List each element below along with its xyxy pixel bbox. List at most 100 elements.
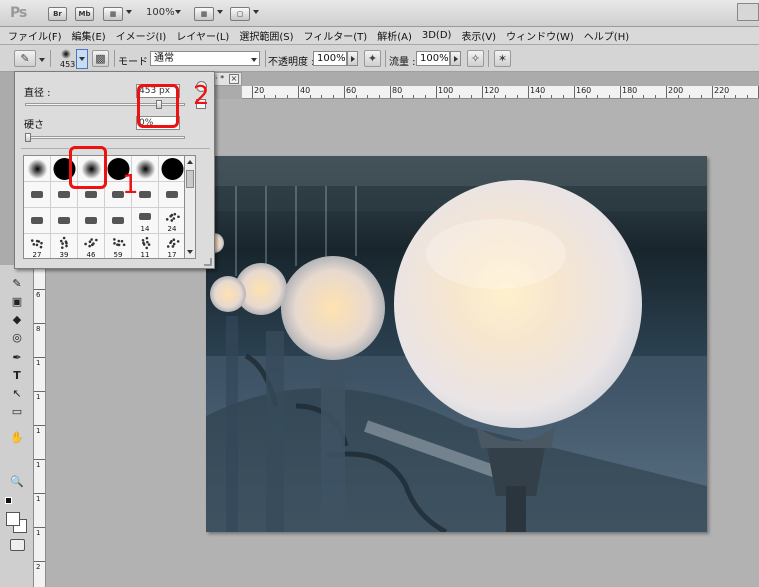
menu-edit[interactable]: 編集(E): [72, 28, 106, 43]
opacity-slider-button[interactable]: [347, 51, 358, 66]
airbrush-icon[interactable]: ✧: [467, 50, 484, 67]
hand-tool-icon[interactable]: ✋: [7, 429, 27, 447]
hardness-slider-thumb[interactable]: [25, 133, 31, 142]
menu-file[interactable]: ファイル(F): [8, 28, 62, 43]
arrange-documents-button[interactable]: ▦: [194, 7, 214, 21]
dodge-tool-icon[interactable]: ◎: [7, 329, 27, 347]
ruler-tick: [34, 425, 45, 426]
zoom-level[interactable]: 100%: [146, 7, 175, 18]
hardness-slider[interactable]: [25, 136, 185, 139]
brush-preset-1[interactable]: [24, 156, 51, 182]
brush-tool-icon[interactable]: ✎: [7, 275, 27, 293]
blur-tool-icon[interactable]: ◆: [7, 311, 27, 329]
ruler-label: 40: [300, 86, 311, 95]
ruler-subtick: [275, 95, 276, 98]
brush-preset-6[interactable]: [159, 156, 184, 182]
chevron-up-icon[interactable]: [187, 160, 193, 164]
chevron-down-icon[interactable]: [175, 10, 181, 14]
ruler-label: 120: [484, 86, 500, 95]
quick-mask-icon[interactable]: [10, 539, 25, 551]
menu-view[interactable]: 表示(V): [461, 28, 496, 43]
menu-select[interactable]: 選択範囲(S): [239, 28, 293, 43]
ruler-label: 100: [438, 86, 454, 95]
flow-slider-button[interactable]: [450, 51, 461, 66]
vertical-ruler[interactable]: 6 8 1 1 1 1 1 1 2: [34, 265, 46, 587]
flow-field[interactable]: 100%: [416, 51, 450, 66]
default-colors-icon[interactable]: [5, 497, 12, 504]
chevron-down-icon[interactable]: [126, 10, 132, 14]
brush-preset-20[interactable]: 39: [51, 234, 78, 259]
menu-filter[interactable]: フィルター(T): [303, 28, 367, 43]
brush-preset-19[interactable]: 27: [24, 234, 51, 258]
ruler-label: 2: [36, 563, 41, 571]
annotation-step-1: 1: [122, 170, 139, 200]
document-image[interactable]: [206, 156, 707, 532]
ruler-subtick: [677, 95, 679, 98]
brush-preset-22[interactable]: 59: [105, 234, 132, 258]
brush-preset-18[interactable]: 24: [159, 208, 184, 234]
horizontal-ruler[interactable]: 20406080100120140160180200220240: [242, 86, 759, 99]
divider: [50, 50, 51, 67]
menu-help[interactable]: ヘルプ(H): [584, 28, 629, 43]
brush-preset-23[interactable]: 11: [132, 234, 159, 259]
scrollbar-thumb[interactable]: [186, 170, 194, 188]
brush-panel-icon[interactable]: ▩: [92, 50, 109, 67]
ruler-subtick: [700, 95, 702, 98]
flow-label: 流量 :: [389, 57, 416, 68]
close-icon[interactable]: ×: [229, 74, 239, 84]
brush-size-label: 39: [59, 251, 69, 259]
brush-preset-21[interactable]: 46: [78, 234, 105, 258]
brush-preset-13[interactable]: [24, 208, 51, 234]
brush-size-label: 11: [140, 251, 150, 259]
ruler-label: 20: [254, 86, 265, 95]
opacity-field[interactable]: 100%: [313, 51, 347, 66]
brush-preset-17[interactable]: 14: [132, 208, 159, 234]
brush-preset-16[interactable]: [105, 208, 132, 234]
chevron-down-icon[interactable]: [79, 57, 85, 61]
brush-tool-icon[interactable]: ✎: [14, 50, 36, 67]
ruler-tick: [436, 86, 437, 98]
brush-preset-12[interactable]: [159, 182, 184, 208]
menu-layer[interactable]: レイヤー(L): [176, 28, 229, 43]
ruler-subtick: [332, 95, 334, 98]
ruler-subtick: [562, 95, 564, 98]
pen-tool-icon[interactable]: ✒: [7, 349, 27, 367]
chevron-down-icon[interactable]: [187, 250, 193, 254]
menu-image[interactable]: イメージ(I): [116, 28, 167, 43]
mini-bridge-button[interactable]: Mb: [75, 7, 94, 21]
view-extras-button[interactable]: ▦: [103, 7, 123, 21]
screen-mode-button[interactable]: ▢: [230, 7, 250, 21]
pressure-opacity-icon[interactable]: ✦: [364, 50, 381, 67]
chevron-down-icon[interactable]: [39, 58, 45, 62]
chevron-down-icon[interactable]: [251, 58, 257, 62]
mode-select[interactable]: 通常: [150, 51, 260, 66]
brush-preset-24[interactable]: 17: [159, 234, 184, 258]
brush-preset-14[interactable]: [51, 208, 78, 234]
type-tool-icon[interactable]: T: [7, 367, 27, 385]
bridge-button[interactable]: Br: [48, 7, 67, 21]
menu-window[interactable]: ウィンドウ(W): [506, 28, 574, 43]
brush-preset-picker: 直径 : 453 px 硬さ 0% 14 24 27 39 46 59 11 17: [14, 71, 215, 269]
brush-size-label: 24: [167, 225, 177, 233]
path-selection-tool-icon[interactable]: ↖: [7, 385, 27, 403]
foreground-color-swatch[interactable]: [6, 512, 20, 526]
pressure-size-icon[interactable]: ✶: [494, 50, 511, 67]
ruler-tick: [574, 86, 575, 98]
chevron-down-icon[interactable]: [253, 10, 259, 14]
resize-grip-icon[interactable]: [204, 258, 212, 266]
brush-preset-7[interactable]: [24, 182, 51, 208]
ruler-tick: [712, 86, 713, 98]
menu-analysis[interactable]: 解析(A): [377, 28, 412, 43]
menu-3d[interactable]: 3D(D): [422, 30, 452, 41]
preset-scrollbar[interactable]: [185, 155, 196, 259]
window-control[interactable]: [737, 3, 759, 21]
shape-tool-icon[interactable]: ▭: [7, 403, 27, 421]
application-bar: Ps Br Mb ▦ 100% ▦ ▢: [0, 0, 759, 27]
ruler-subtick: [401, 95, 403, 98]
ruler-subtick: [746, 95, 748, 98]
gradient-tool-icon[interactable]: ▣: [7, 293, 27, 311]
zoom-tool-icon[interactable]: 🔍: [7, 473, 27, 491]
divider: [488, 50, 489, 67]
chevron-down-icon[interactable]: [217, 10, 223, 14]
brush-preset-15[interactable]: [78, 208, 105, 234]
